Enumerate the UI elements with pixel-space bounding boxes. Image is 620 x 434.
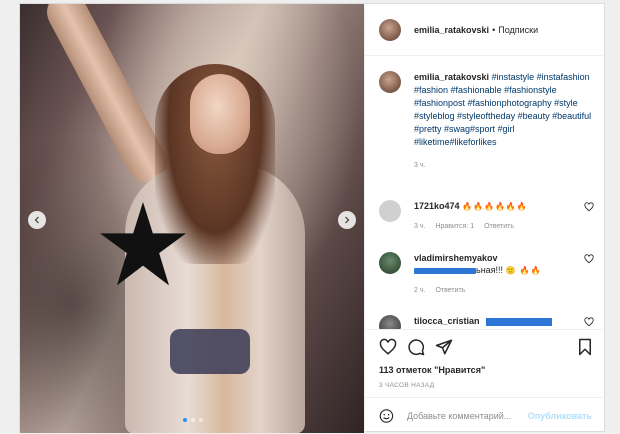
prev-slide-button[interactable] — [28, 211, 46, 229]
action-icons — [379, 338, 594, 360]
slide-dot-active — [183, 418, 187, 422]
comment-meta: 2 ч. Ответить — [414, 287, 574, 294]
post-timestamp: 3 ЧАСОВ НАЗАД — [379, 382, 435, 389]
post-actions: 113 отметок "Нравится" 3 ЧАСОВ НАЗАД Доб… — [365, 329, 606, 433]
comment-item: vladimirshemyakov ьная!!! 🙂 🔥🔥 2 ч. Отве… — [379, 252, 594, 294]
comment-body: 1721ko474 🔥🔥🔥🔥🔥🔥 3 ч. Нравится: 1 Ответи… — [414, 200, 574, 230]
header-separator: • — [492, 24, 496, 35]
redacted-text — [486, 317, 553, 326]
likes-number: 113 отметок — [379, 365, 432, 375]
photo-face — [190, 74, 250, 154]
censor-star — [100, 202, 186, 286]
commenter-username[interactable]: tilocca_cristian — [414, 316, 480, 326]
comment-emojis: 🙂 🔥🔥 — [505, 266, 542, 275]
reply-button[interactable]: Ответить — [435, 287, 465, 294]
comment-body: vladimirshemyakov ьная!!! 🙂 🔥🔥 2 ч. Отве… — [414, 252, 574, 294]
heart-icon[interactable] — [584, 254, 594, 264]
comment-time: 2 ч. — [414, 287, 426, 294]
page: emilia_ratakovski • Подписки emilia_rata… — [0, 0, 620, 433]
caption-time: 3 ч. — [414, 162, 426, 169]
slide-dot — [199, 418, 203, 422]
heart-icon[interactable] — [584, 317, 594, 327]
slide-indicator — [183, 418, 203, 422]
author-avatar[interactable] — [379, 18, 401, 41]
comment-time: 3 ч. — [414, 223, 426, 230]
chevron-right-icon — [345, 216, 350, 224]
caption-username[interactable]: emilia_ratakovski — [414, 72, 489, 82]
emoji-icon[interactable] — [379, 408, 394, 424]
post-sidebar: emilia_ratakovski • Подписки emilia_rata… — [364, 4, 606, 433]
likes-count[interactable]: 113 отметок "Нравится" — [379, 365, 485, 375]
caption-hashtags[interactable]: #instastyle #instafashion #fashion #fash… — [414, 72, 591, 147]
author-username[interactable]: emilia_ratakovski — [414, 25, 489, 35]
commenter-username[interactable]: 1721ko474 — [414, 201, 460, 211]
comment-item: tilocca_cristian — [379, 315, 594, 329]
post-caption: emilia_ratakovski #instastyle #instafash… — [379, 71, 594, 172]
share-icon[interactable] — [435, 338, 453, 356]
follow-status-button[interactable]: Подписки — [498, 25, 538, 35]
commenter-username[interactable]: vladimirshemyakov — [414, 253, 498, 263]
redacted-text — [414, 267, 476, 274]
comment-visible-text: ьная!!! — [476, 265, 504, 275]
comment-text: vladimirshemyakov — [414, 252, 574, 264]
caption-body: emilia_ratakovski #instastyle #instafash… — [414, 71, 594, 172]
comment-input[interactable]: Добавьте комментарий... — [407, 411, 528, 421]
comment-emojis: 🔥🔥🔥🔥🔥🔥 — [462, 202, 528, 211]
comment-content: ьная!!! 🙂 🔥🔥 — [414, 264, 574, 277]
comment-body: tilocca_cristian — [414, 315, 574, 329]
comment-likes[interactable]: Нравится: 1 — [435, 223, 474, 230]
heart-icon[interactable] — [379, 338, 397, 356]
heart-icon[interactable] — [584, 202, 594, 212]
post-card: emilia_ratakovski • Подписки emilia_rata… — [19, 3, 606, 433]
comment-composer: Добавьте комментарий... Опубликовать — [365, 397, 606, 434]
comment-text: tilocca_cristian — [414, 315, 574, 327]
photo-shorts — [170, 329, 250, 374]
publish-button[interactable]: Опубликовать — [528, 411, 592, 421]
bookmark-icon[interactable] — [576, 338, 594, 356]
commenter-avatar[interactable] — [379, 252, 401, 274]
comment-item: 1721ko474 🔥🔥🔥🔥🔥🔥 3 ч. Нравится: 1 Ответи… — [379, 200, 594, 230]
post-header: emilia_ratakovski • Подписки — [365, 4, 606, 56]
likes-suffix: "Нравится" — [434, 365, 486, 375]
caption-avatar[interactable] — [379, 71, 401, 93]
comment-text: 1721ko474 🔥🔥🔥🔥🔥🔥 — [414, 200, 574, 213]
comment-meta: 3 ч. Нравится: 1 Ответить — [414, 223, 574, 230]
comments-list[interactable]: emilia_ratakovski #instastyle #instafash… — [365, 57, 606, 329]
chevron-left-icon — [34, 216, 39, 224]
slide-dot — [191, 418, 195, 422]
reply-button[interactable]: Ответить — [484, 223, 514, 230]
post-photo[interactable] — [20, 4, 364, 433]
next-slide-button[interactable] — [338, 211, 356, 229]
comment-icon[interactable] — [407, 338, 425, 356]
commenter-avatar[interactable] — [379, 315, 401, 329]
commenter-avatar[interactable] — [379, 200, 401, 222]
